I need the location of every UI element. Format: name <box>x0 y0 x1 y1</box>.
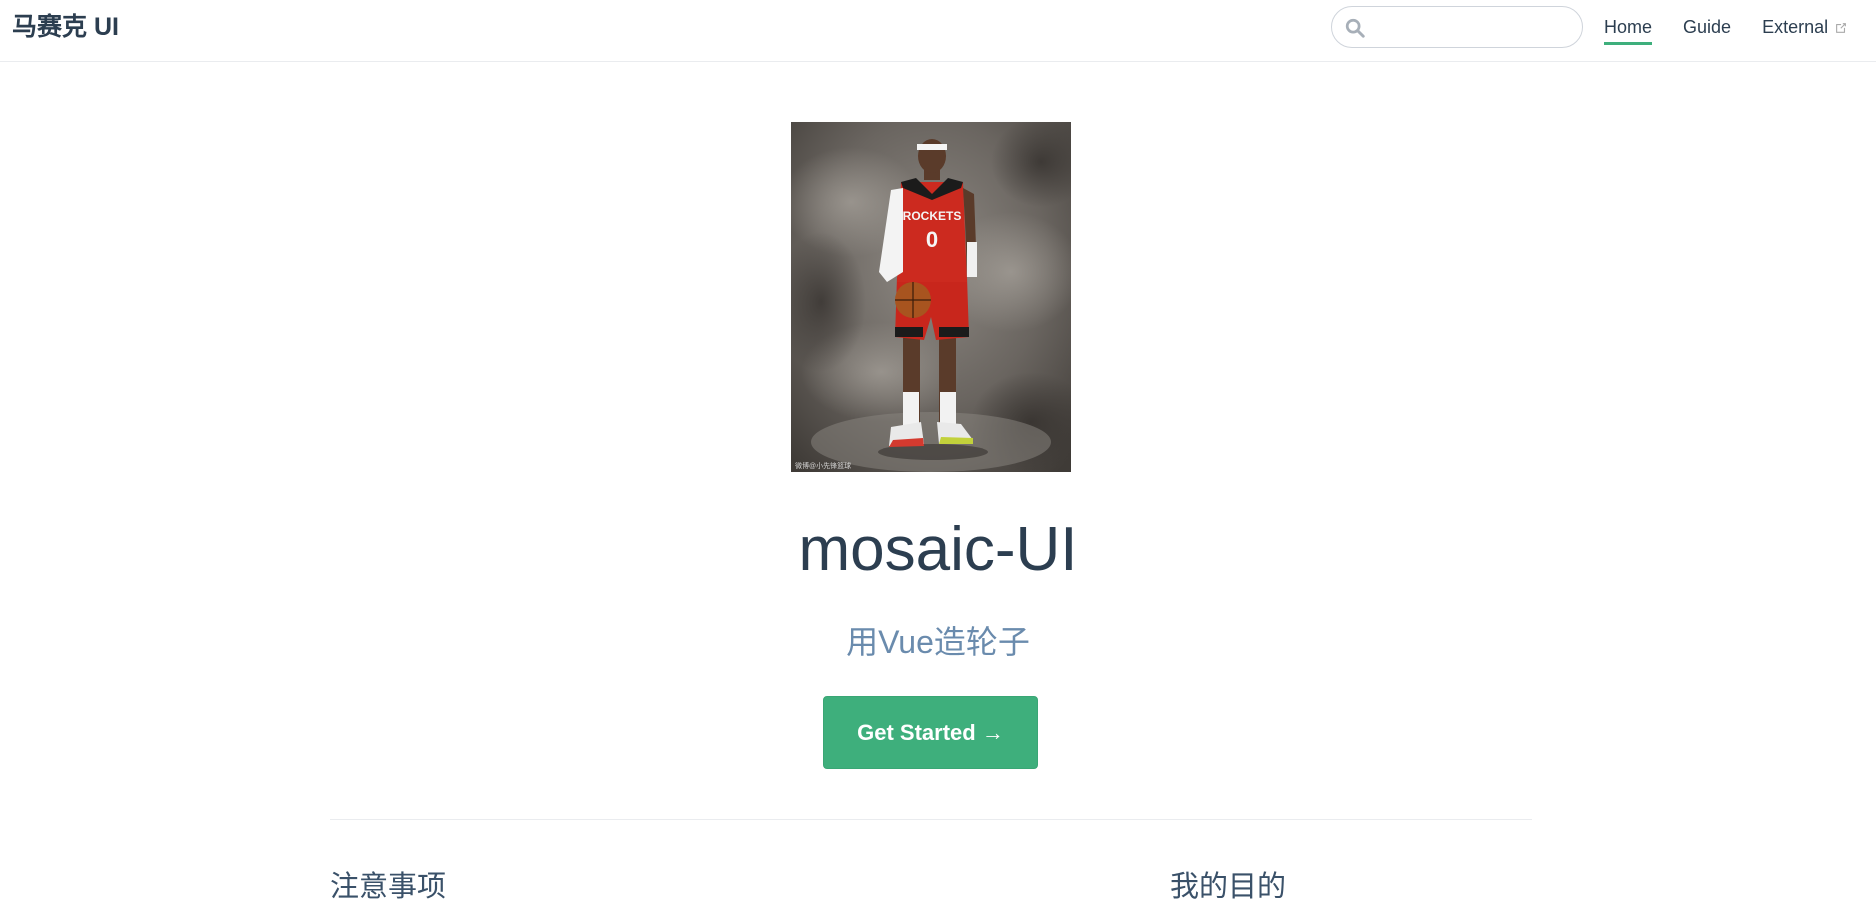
nav-links: Home Guide External <box>1604 14 1876 45</box>
basketball-player-photo: ROCKETS 0 微博@小先锋篮球 <box>791 122 1071 472</box>
nav-link-external[interactable]: External <box>1762 14 1848 40</box>
hero-image: ROCKETS 0 微博@小先锋篮球 <box>791 122 1071 472</box>
external-link-icon <box>1836 23 1847 33</box>
search-input[interactable] <box>1374 11 1570 43</box>
nav-link-home-label: Home <box>1604 17 1653 37</box>
get-started-button[interactable]: Get Started → <box>823 696 1038 769</box>
hero-title: mosaic-UI <box>798 515 1078 584</box>
search-box[interactable] <box>1331 6 1583 48</box>
hero-description: 用Vue造轮子 <box>846 624 1030 660</box>
feature-title-notes: 注意事项 <box>330 871 447 903</box>
feature-title-purpose: 我的目的 <box>1170 871 1287 903</box>
navbar: 马赛克 UI Home Guide External <box>0 0 1876 62</box>
nav-link-guide[interactable]: Guide <box>1683 14 1731 40</box>
svg-text:ROCKETS: ROCKETS <box>903 209 962 223</box>
svg-text:0: 0 <box>926 227 938 252</box>
features-divider <box>330 819 1532 820</box>
svg-text:微博@小先锋篮球: 微博@小先锋篮球 <box>795 461 851 470</box>
nav-link-external-label: External <box>1762 17 1829 37</box>
nav-link-home[interactable]: Home <box>1604 14 1653 45</box>
nav-link-guide-label: Guide <box>1683 17 1732 37</box>
search-icon <box>1345 18 1365 38</box>
site-name-link[interactable]: 马赛克 UI <box>12 12 119 42</box>
